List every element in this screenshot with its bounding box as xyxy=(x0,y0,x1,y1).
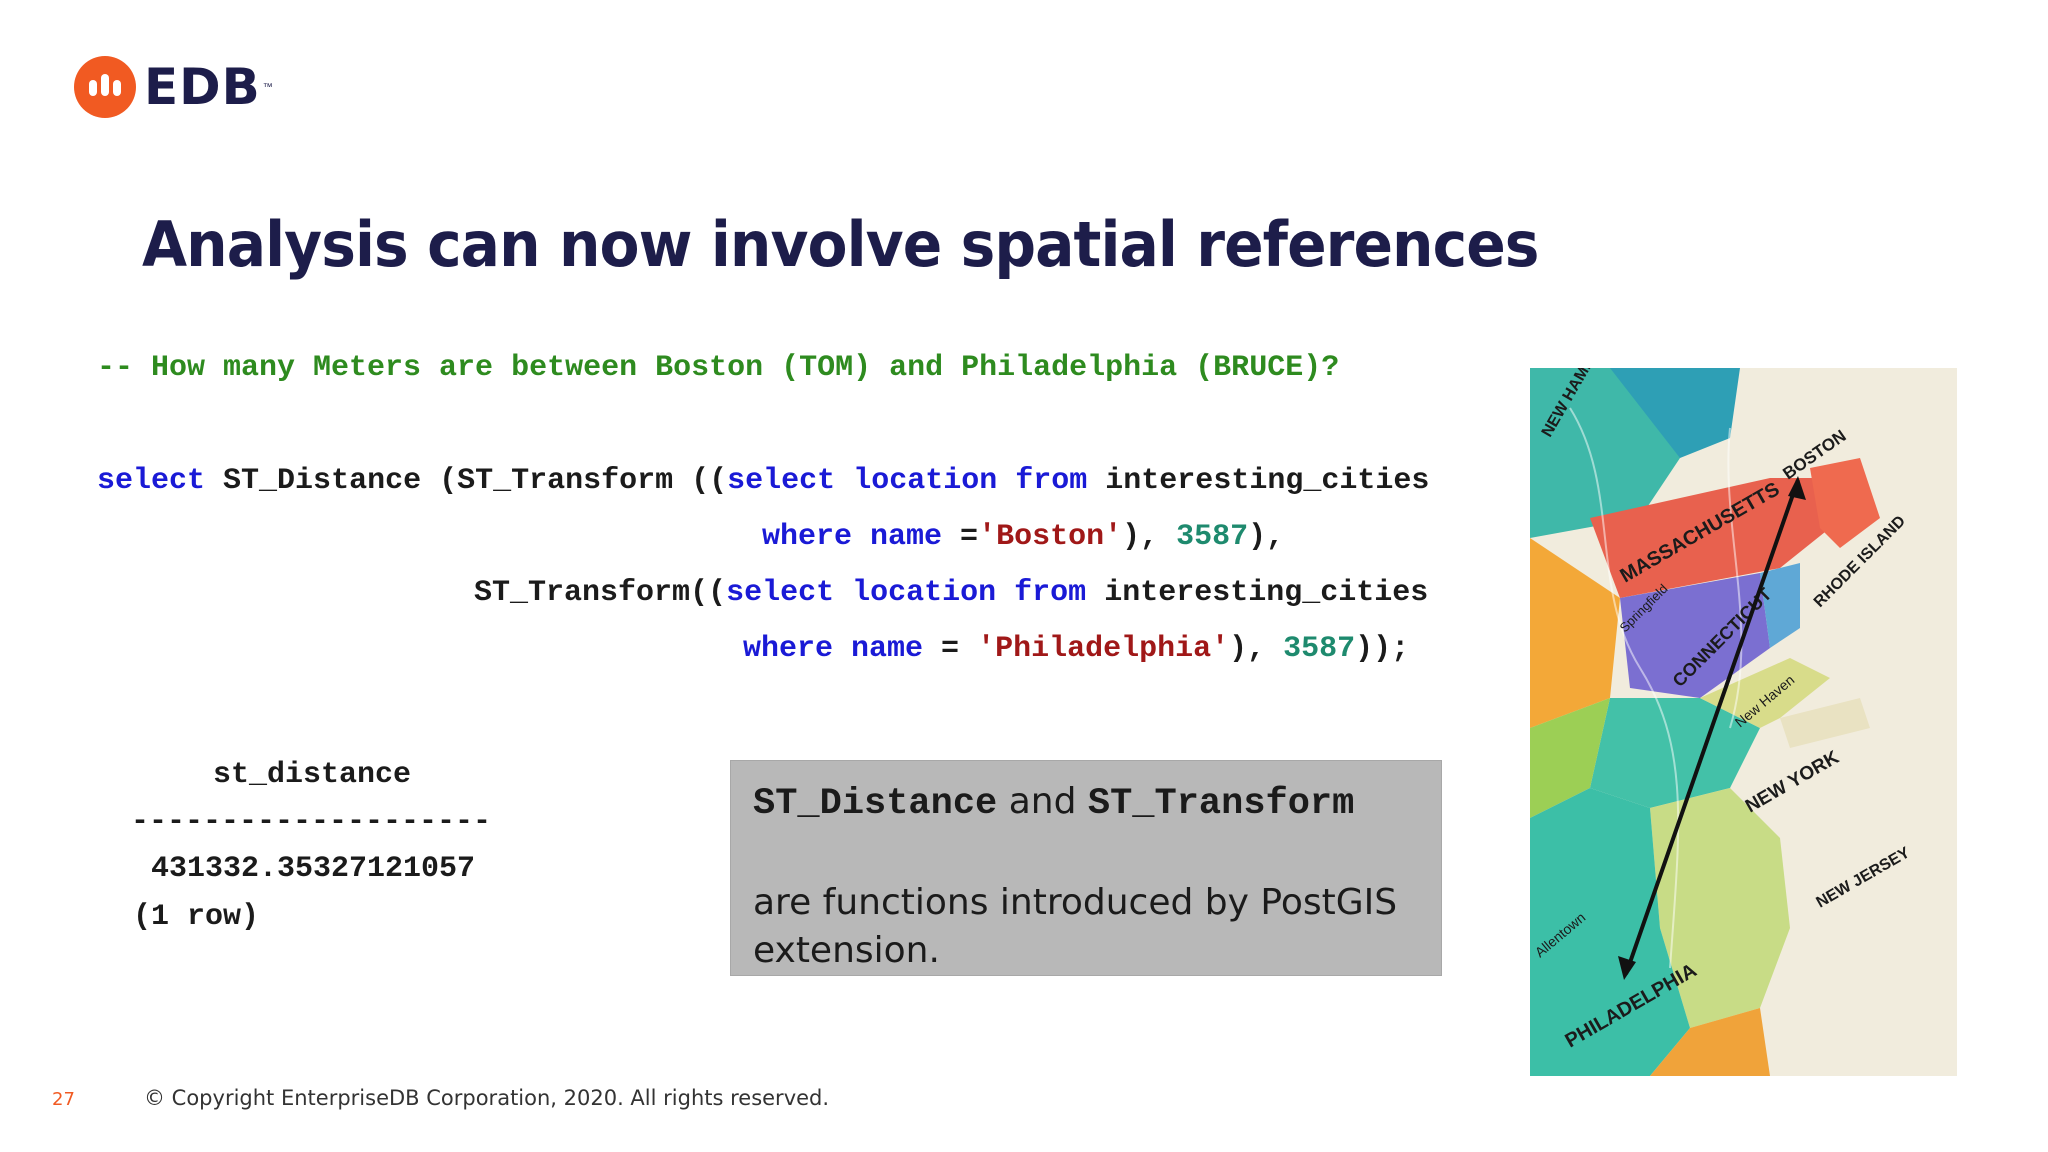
keyword-select: select xyxy=(727,464,836,498)
result-separator: -------------------- xyxy=(131,805,492,839)
callout-box: ST_Distance and ST_Transform are functio… xyxy=(730,760,1442,976)
keyword-where: where xyxy=(762,520,853,554)
callout-body: are functions introduced by PostGIS exte… xyxy=(753,882,1398,971)
result-value: 431332.35327121057 xyxy=(151,852,476,886)
edb-logo: EDB ™ xyxy=(74,56,273,118)
edb-logo-icon xyxy=(74,56,136,118)
keyword-from: from xyxy=(1015,464,1088,498)
function-st-transform: ST_Transform xyxy=(457,464,674,498)
string-philadelphia: 'Philadelphia' xyxy=(977,632,1230,666)
function-st-transform: ST_Transform xyxy=(474,576,691,610)
table-name: interesting_cities xyxy=(1104,576,1429,610)
northeast-us-map-image: NEW HAMPSHIRE MASSACHUSETTS BOSTON CONNE… xyxy=(1530,368,1957,1076)
callout-function-1: ST_Distance xyxy=(753,783,998,825)
table-name: interesting_cities xyxy=(1105,464,1430,498)
copyright-notice: © Copyright EnterpriseDB Corporation, 20… xyxy=(144,1086,830,1110)
srid-number: 3587 xyxy=(1283,632,1356,666)
function-st-distance: ST_Distance xyxy=(223,464,422,498)
code-line-1: select ST_Distance (ST_Transform ((selec… xyxy=(97,464,1430,498)
code-line-4: where name = 'Philadelphia'), 3587)); xyxy=(743,632,1410,666)
result-header: st_distance xyxy=(213,758,412,792)
keyword-select: select xyxy=(726,576,835,610)
code-line-3: ST_Transform((select location from inter… xyxy=(474,576,1429,610)
keyword-where: where xyxy=(743,632,834,666)
keyword-select: select xyxy=(97,464,206,498)
map-illustration: NEW HAMPSHIRE MASSACHUSETTS BOSTON CONNE… xyxy=(1530,368,1957,1076)
code-line-2: where name ='Boston'), 3587), xyxy=(762,520,1285,554)
callout-heading: ST_Distance and ST_Transform xyxy=(753,781,1419,825)
column-location: location xyxy=(852,576,997,610)
column-location: location xyxy=(853,464,998,498)
string-boston: 'Boston' xyxy=(978,520,1123,554)
page-number: 27 xyxy=(52,1089,75,1110)
slide-title: Analysis can now involve spatial referen… xyxy=(142,208,1539,281)
column-name: name xyxy=(851,632,924,666)
callout-and: and xyxy=(1008,781,1077,822)
callout-function-2: ST_Transform xyxy=(1087,783,1355,825)
srid-number: 3587 xyxy=(1176,520,1249,554)
logo-trademark: ™ xyxy=(262,81,273,93)
result-rowcount: (1 row) xyxy=(133,900,260,934)
edb-logo-text: EDB xyxy=(144,58,261,116)
column-name: name xyxy=(870,520,943,554)
code-comment: -- How many Meters are between Boston (T… xyxy=(97,351,1340,385)
keyword-from: from xyxy=(1014,576,1087,610)
